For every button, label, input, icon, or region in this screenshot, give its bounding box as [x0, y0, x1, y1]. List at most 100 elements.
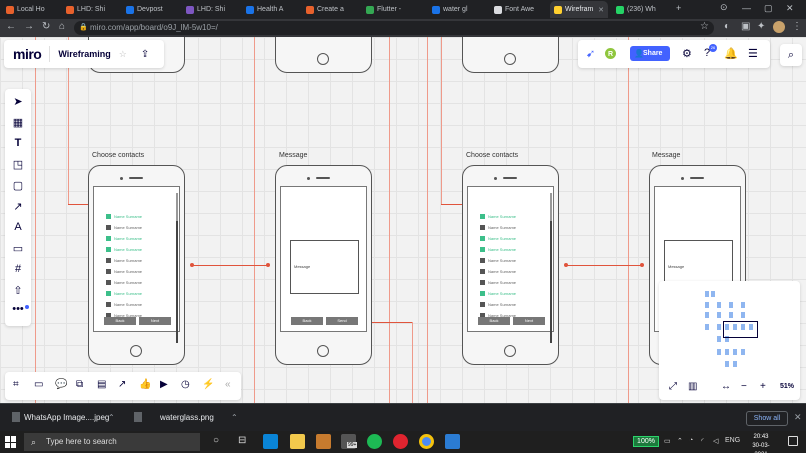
upload-icon[interactable]: ⇧ — [5, 284, 31, 297]
back-button[interactable]: Back — [478, 317, 510, 325]
file-explorer-icon[interactable] — [290, 434, 305, 449]
checkbox-icon[interactable] — [480, 280, 485, 285]
battery-indicator[interactable]: 100% — [633, 436, 659, 447]
contact-row[interactable]: Name Surname — [106, 277, 142, 288]
checkbox-icon[interactable] — [106, 269, 111, 274]
chat-icon[interactable]: 💬 — [55, 379, 67, 390]
extension-icon[interactable]: ▣ — [741, 21, 750, 32]
zoom-in-icon[interactable]: + — [760, 381, 766, 392]
contact-row[interactable]: Name Surname — [480, 277, 516, 288]
language-indicator[interactable]: ENG — [725, 437, 740, 444]
download-item[interactable]: WhatsApp Image....jpeg — [12, 412, 109, 422]
share-out-icon[interactable]: ↗ — [118, 379, 126, 390]
hamburger-menu-icon[interactable]: ☰ — [748, 47, 758, 60]
checkbox-icon[interactable] — [106, 236, 111, 241]
contact-row[interactable]: Name Surname — [106, 211, 142, 222]
task-view-icon[interactable]: ⊟ — [238, 435, 246, 446]
fit-to-screen-icon[interactable]: ⤢ — [669, 381, 677, 392]
phone-frame-message[interactable]: Message Back Send — [275, 165, 372, 365]
contact-row[interactable]: Name Surname — [106, 288, 142, 299]
extension-icon[interactable]: ◐ — [724, 21, 730, 32]
checkbox-icon[interactable] — [106, 291, 111, 296]
checkbox-icon[interactable] — [106, 225, 111, 230]
tab-whatsapp[interactable]: (236) Wh — [612, 1, 670, 18]
scrollbar-thumb[interactable] — [176, 193, 178, 221]
menu-kebab-icon[interactable]: ⋮ — [792, 21, 802, 32]
contact-row[interactable]: Name Surname — [480, 233, 516, 244]
zoom-out-icon[interactable]: − — [741, 381, 747, 392]
tab-lhd-2[interactable]: LHD: Shi — [182, 1, 238, 18]
contact-row[interactable]: Name Surname — [106, 233, 142, 244]
next-button[interactable]: Next — [513, 317, 545, 325]
timer-icon[interactable]: ◷ — [181, 379, 190, 390]
cortana-icon[interactable]: ○ — [213, 435, 219, 446]
home-icon[interactable]: ⌂ — [59, 21, 65, 32]
bookmark-star-icon[interactable]: ☆ — [700, 21, 709, 32]
zoom-level[interactable]: 51% — [780, 383, 794, 390]
connection-line-icon[interactable]: ↗ — [5, 200, 31, 213]
tab-local-host[interactable]: Local Ho — [2, 1, 58, 18]
sticky-note-icon[interactable]: ◳ — [5, 158, 31, 171]
url-input[interactable]: 🔒 miro.com/app/board/o9J_lM-5w10=/ — [74, 21, 714, 35]
activity-icon[interactable]: ⚡ — [202, 379, 214, 390]
voting-icon[interactable]: 👍 — [139, 379, 151, 390]
contact-row[interactable]: Name Surname — [106, 244, 142, 255]
tab-water-glass[interactable]: water gl — [428, 1, 484, 18]
bell-icon[interactable]: 🔔 — [724, 47, 738, 60]
download-item[interactable]: waterglass.png — [134, 412, 214, 422]
show-all-button[interactable]: Show all — [746, 411, 788, 426]
checkbox-icon[interactable] — [480, 258, 485, 263]
contact-row[interactable]: Name Surname — [480, 222, 516, 233]
text-icon[interactable]: T — [5, 137, 31, 149]
tab-devpost[interactable]: Devpost — [122, 1, 178, 18]
checkbox-icon[interactable] — [480, 302, 485, 307]
cursor-flag-icon[interactable]: ➹ — [586, 47, 595, 60]
back-button[interactable]: Back — [291, 317, 323, 325]
contact-row[interactable]: Name Surname — [106, 222, 142, 233]
next-button[interactable]: Next — [139, 317, 171, 325]
system-clock[interactable]: 20:43 30-03-2021 — [746, 433, 776, 453]
back-icon[interactable]: ← — [6, 21, 16, 32]
comments-icon[interactable]: ▭ — [34, 379, 43, 390]
map-icon[interactable]: ▥ — [688, 381, 697, 392]
opera-icon[interactable] — [393, 434, 408, 449]
checkbox-icon[interactable] — [106, 302, 111, 307]
contact-row[interactable]: Name Surname — [480, 299, 516, 310]
settings-sliders-icon[interactable]: ⚙ — [682, 47, 692, 60]
checkbox-icon[interactable] — [480, 269, 485, 274]
screen-share-icon[interactable]: ▤ — [97, 379, 106, 390]
collapse-icon[interactable]: « — [225, 379, 231, 390]
checkbox-icon[interactable] — [480, 247, 485, 252]
minimap-viewport[interactable] — [723, 321, 758, 338]
vscode-icon[interactable] — [445, 434, 460, 449]
contact-row[interactable]: Name Surname — [106, 299, 142, 310]
checkbox-icon[interactable] — [480, 225, 485, 230]
close-tab-icon[interactable]: ✕ — [598, 6, 604, 14]
tab-create[interactable]: Create a — [302, 1, 358, 18]
back-button[interactable]: Back — [104, 317, 136, 325]
chevron-up-icon[interactable]: ⌃ — [677, 437, 683, 445]
scrollbar-thumb[interactable] — [550, 193, 552, 221]
spotify-icon[interactable] — [367, 434, 382, 449]
close-icon[interactable]: ✕ — [794, 412, 802, 423]
minimap[interactable]: ⤢ ▥ ↔ − + 51% — [659, 281, 800, 400]
browser-profile-avatar[interactable] — [773, 21, 785, 33]
fit-width-icon[interactable]: ↔ — [721, 381, 731, 392]
checkbox-icon[interactable] — [480, 236, 485, 241]
tab-flutter[interactable]: Flutter - — [362, 1, 418, 18]
checkbox-icon[interactable] — [106, 247, 111, 252]
chrome-icon[interactable] — [419, 434, 434, 449]
battery-icon[interactable]: ▭ — [664, 437, 671, 445]
phone-frame[interactable] — [275, 37, 372, 73]
close-window-icon[interactable]: ✕ — [786, 3, 794, 14]
comment-icon[interactable]: ▭ — [5, 242, 31, 255]
pen-icon[interactable]: A — [5, 221, 31, 233]
tab-wireframing[interactable]: Wirefram ✕ — [550, 1, 608, 18]
frame-icon[interactable]: # — [5, 263, 31, 275]
network-icon[interactable]: ◔ — [689, 437, 693, 444]
contact-row[interactable]: Name Surname — [480, 288, 516, 299]
checkbox-icon[interactable] — [106, 280, 111, 285]
star-icon[interactable]: ☆ — [119, 49, 127, 60]
templates-icon[interactable]: ▦ — [5, 116, 31, 129]
volume-icon[interactable]: ◁ — [713, 437, 718, 445]
